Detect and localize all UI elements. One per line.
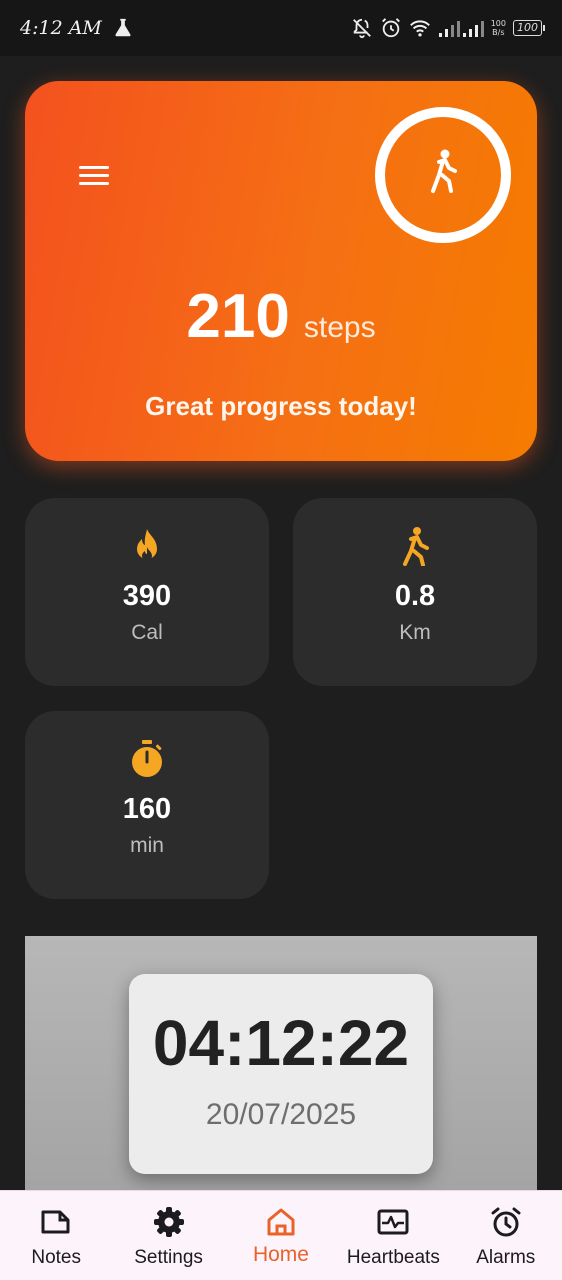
stopwatch-icon	[132, 740, 162, 777]
steps-value: 210	[186, 282, 290, 351]
net-speed-unit: B/s	[492, 28, 505, 37]
nav-label-alarms: Alarms	[476, 1247, 536, 1268]
clock-date: 20/07/2025	[205, 1098, 357, 1131]
nav-item-heartbeats[interactable]: Heartbeats	[337, 1191, 449, 1269]
nav-label-notes: Notes	[31, 1247, 81, 1268]
calories-unit: Cal	[131, 621, 163, 644]
nav-label-heartbeats: Heartbeats	[346, 1247, 440, 1268]
distance-value: 0.8	[394, 580, 436, 612]
steps-row: 210 steps	[25, 281, 537, 352]
clock-card: 04:12:22 20/07/2025	[129, 974, 433, 1174]
duration-value: 160	[122, 793, 172, 825]
heartbeat-icon	[377, 1209, 409, 1235]
nav-item-notes[interactable]: Notes	[0, 1191, 112, 1269]
signal-icon	[438, 21, 484, 37]
wifi-icon	[409, 20, 430, 37]
alarm-icon	[491, 1207, 521, 1237]
flask-icon	[115, 18, 131, 37]
bottom-navigation: Notes Settings Home Heartbeats Alarms	[0, 1190, 562, 1280]
nav-label-settings: Settings	[134, 1247, 203, 1268]
steps-progress-ring	[375, 107, 511, 243]
clock-section: 04:12:22 20/07/2025	[25, 936, 537, 1190]
distance-unit: Km	[399, 621, 431, 644]
net-speed-value: 100	[490, 19, 506, 28]
walking-icon	[431, 149, 457, 193]
nav-item-alarms[interactable]: Alarms	[450, 1191, 562, 1269]
calories-card: 390 Cal	[25, 498, 269, 686]
fire-icon	[137, 529, 157, 561]
duration-unit: min	[130, 834, 164, 857]
duration-card: 160 min	[25, 711, 269, 899]
progress-message: Great progress today!	[145, 391, 417, 421]
gear-icon	[153, 1207, 184, 1237]
nav-item-home[interactable]: Home	[225, 1191, 337, 1267]
nav-label-home: Home	[252, 1243, 309, 1266]
battery-indicator: 100	[513, 20, 545, 36]
notifications-off-icon	[352, 18, 371, 39]
menu-icon[interactable]	[77, 161, 111, 189]
steps-unit: steps	[303, 311, 376, 344]
clock-time: 04:12:22	[152, 1007, 410, 1079]
notes-icon	[41, 1210, 70, 1234]
steps-card: 210 steps Great progress today!	[25, 81, 537, 461]
status-time: 4:12 AM	[20, 17, 102, 39]
distance-card: 0.8 Km	[293, 498, 537, 686]
home-icon	[267, 1208, 295, 1236]
nav-item-settings[interactable]: Settings	[113, 1191, 225, 1269]
walking-icon	[403, 527, 429, 566]
status-bar: 4:12 AM 100 B/s 100	[0, 0, 562, 56]
calories-value: 390	[122, 580, 172, 612]
net-speed: 100 B/s	[491, 19, 506, 37]
alarm-status-icon	[381, 18, 400, 38]
